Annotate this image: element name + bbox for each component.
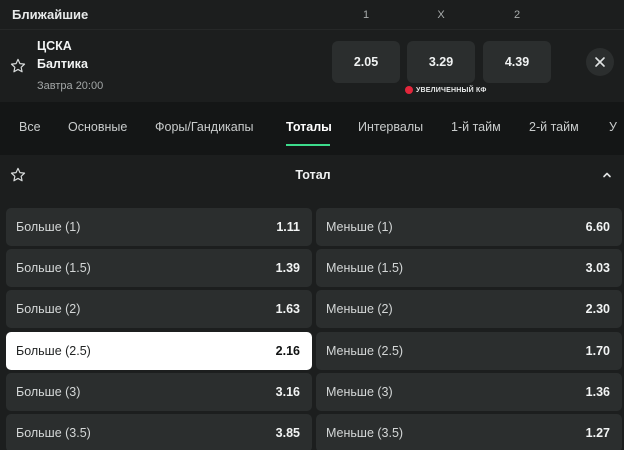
col-home-label: 1 bbox=[362, 9, 370, 21]
close-icon bbox=[595, 57, 605, 67]
tab-totals[interactable]: Тоталы bbox=[286, 120, 332, 134]
odd-draw-value: 3.29 bbox=[428, 55, 454, 69]
under-odd: 1.70 bbox=[585, 344, 610, 358]
tab-first-half[interactable]: 1-й тайм bbox=[451, 120, 501, 134]
odd-away-button[interactable]: 4.39 bbox=[483, 41, 551, 83]
over-odd: 3.85 bbox=[275, 426, 300, 440]
under-label: Меньше (2.5) bbox=[326, 344, 404, 358]
odd-home-value: 2.05 bbox=[353, 55, 379, 69]
active-tab-indicator bbox=[286, 144, 330, 146]
under-odd: 1.36 bbox=[585, 385, 610, 399]
boost-icon bbox=[405, 86, 413, 94]
tab-second-half[interactable]: 2-й тайм bbox=[529, 120, 579, 134]
event-time: Завтра 20:00 bbox=[37, 80, 104, 92]
team-home-name: ЦСКА bbox=[37, 39, 72, 53]
under-label: Меньше (2) bbox=[326, 302, 393, 316]
over-odd: 1.11 bbox=[276, 220, 300, 234]
section-header: Ближайшие 1 X 2 bbox=[0, 0, 624, 30]
col-draw-label: X bbox=[437, 9, 445, 21]
market-header[interactable]: Тотал bbox=[0, 155, 624, 195]
over-odd: 3.16 bbox=[275, 385, 300, 399]
over-label: Больше (2) bbox=[16, 302, 81, 316]
over-odd: 1.39 bbox=[275, 261, 300, 275]
over-odd-cell[interactable]: Больше (3.5) 3.85 bbox=[6, 414, 312, 450]
under-odd: 3.03 bbox=[585, 261, 610, 275]
under-odd-cell[interactable]: Меньше (3) 1.36 bbox=[316, 373, 622, 411]
under-odd: 6.60 bbox=[585, 220, 610, 234]
odd-draw-button[interactable]: 3.29 bbox=[407, 41, 475, 83]
under-odd: 2.30 bbox=[585, 302, 610, 316]
under-odd-cell[interactable]: Меньше (2) 2.30 bbox=[316, 290, 622, 328]
under-odd-cell[interactable]: Меньше (2.5) 1.70 bbox=[316, 332, 622, 370]
team-away-name: Балтика bbox=[37, 57, 88, 71]
favorite-star-icon[interactable] bbox=[9, 57, 27, 75]
close-button[interactable] bbox=[586, 48, 614, 76]
odd-home-button[interactable]: 2.05 bbox=[332, 41, 400, 83]
over-odd-cell-selected[interactable]: Больше (2.5) 2.16 bbox=[6, 332, 312, 370]
under-odd: 1.27 bbox=[585, 426, 610, 440]
boosted-odds-badge: УВЕЛИЧЕННЫЙ КФ bbox=[405, 85, 487, 95]
over-label: Больше (1.5) bbox=[16, 261, 91, 275]
over-label: Больше (2.5) bbox=[16, 344, 91, 358]
section-title: Ближайшие bbox=[12, 7, 89, 22]
boost-label: УВЕЛИЧЕННЫЙ КФ bbox=[416, 86, 487, 94]
over-label: Больше (3) bbox=[16, 385, 81, 399]
under-odd-cell[interactable]: Меньше (1.5) 3.03 bbox=[316, 249, 622, 287]
under-odd-cell[interactable]: Меньше (1) 6.60 bbox=[316, 208, 622, 246]
under-odd-cell[interactable]: Меньше (3.5) 1.27 bbox=[316, 414, 622, 450]
tab-intervals[interactable]: Интервалы bbox=[358, 120, 423, 134]
over-label: Больше (1) bbox=[16, 220, 81, 234]
under-label: Меньше (3.5) bbox=[326, 426, 404, 440]
tab-more[interactable]: У bbox=[609, 120, 617, 134]
chevron-up-icon[interactable] bbox=[601, 169, 613, 181]
tab-main[interactable]: Основные bbox=[68, 120, 127, 134]
tab-handicaps[interactable]: Форы/Гандикапы bbox=[155, 120, 254, 134]
over-odd-cell[interactable]: Больше (1.5) 1.39 bbox=[6, 249, 312, 287]
col-away-label: 2 bbox=[513, 9, 521, 21]
over-odd: 2.16 bbox=[275, 344, 300, 358]
over-label: Больше (3.5) bbox=[16, 426, 91, 440]
over-odd-cell[interactable]: Больше (2) 1.63 bbox=[6, 290, 312, 328]
market-tabs: Все Основные Форы/Гандикапы Тоталы Интер… bbox=[0, 108, 624, 148]
under-label: Меньше (1) bbox=[326, 220, 393, 234]
over-odd-cell[interactable]: Больше (3) 3.16 bbox=[6, 373, 312, 411]
under-label: Меньше (1.5) bbox=[326, 261, 404, 275]
odd-away-value: 4.39 bbox=[504, 55, 530, 69]
under-label: Меньше (3) bbox=[326, 385, 393, 399]
over-odd: 1.63 bbox=[275, 302, 300, 316]
tab-all[interactable]: Все bbox=[19, 120, 41, 134]
totals-grid: Больше (1) 1.11 Меньше (1) 6.60 Больше (… bbox=[0, 195, 624, 450]
market-title: Тотал bbox=[295, 168, 331, 182]
event-row: ЦСКА Балтика Завтра 20:00 2.05 3.29 4.39… bbox=[0, 30, 624, 102]
over-odd-cell[interactable]: Больше (1) 1.11 bbox=[6, 208, 312, 246]
